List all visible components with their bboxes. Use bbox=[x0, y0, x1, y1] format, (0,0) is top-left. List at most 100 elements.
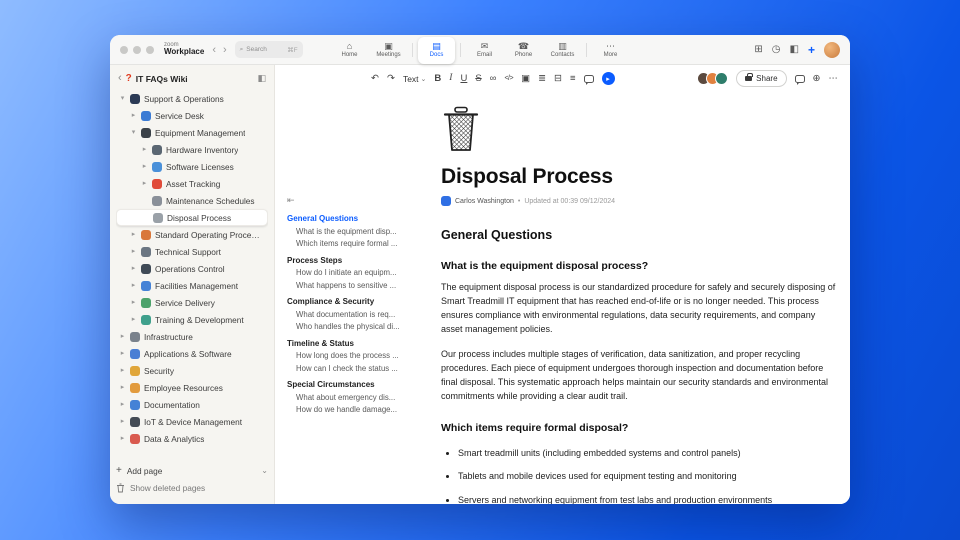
outline-section-compliance-security[interactable]: Compliance & Security bbox=[287, 296, 437, 309]
chevron-right-icon[interactable]: ▸ bbox=[130, 299, 137, 306]
sidebar-item-service-delivery[interactable]: ▸ Service Delivery bbox=[116, 294, 268, 311]
outline-section-timeline-status[interactable]: Timeline & Status bbox=[287, 338, 437, 351]
sidebar-item-security[interactable]: ▸ Security bbox=[116, 362, 268, 379]
collaborator-avatar[interactable] bbox=[715, 72, 729, 85]
panel-toggle-icon[interactable]: ◧ bbox=[790, 44, 799, 55]
nav-home[interactable]: ⌂ Home bbox=[331, 37, 368, 64]
chevron-right-icon[interactable]: ▸ bbox=[141, 180, 148, 187]
document-scroll-area[interactable]: ⇤ General Questions What is the equipment… bbox=[275, 92, 850, 504]
sidebar-item-maintenance-schedules[interactable]: Maintenance Schedules bbox=[116, 192, 268, 209]
sidebar-item-operations-control[interactable]: ▸ Operations Control bbox=[116, 260, 268, 277]
user-avatar[interactable] bbox=[824, 41, 840, 58]
nav-phone[interactable]: ☎ Phone bbox=[505, 37, 542, 64]
outline-section-special-circumstances[interactable]: Special Circumstances bbox=[287, 379, 437, 392]
chevron-right-icon[interactable]: ▸ bbox=[130, 248, 137, 255]
outline-item-what-about-emergency-dis[interactable]: What about emergency dis... bbox=[287, 392, 437, 405]
sidebar-item-equipment-management[interactable]: ▾ Equipment Management bbox=[116, 124, 268, 141]
chevron-right-icon[interactable]: ▸ bbox=[130, 231, 137, 238]
sidebar-item-infrastructure[interactable]: ▸ Infrastructure bbox=[116, 328, 268, 345]
chevron-right-icon[interactable]: ▸ bbox=[130, 265, 137, 272]
sidebar-item-iot-device-management[interactable]: ▸ IoT & Device Management bbox=[116, 413, 268, 430]
align-icon[interactable]: ≡ bbox=[570, 74, 576, 84]
notifications-bell-icon[interactable]: ◷ bbox=[772, 44, 781, 55]
chevron-right-icon[interactable]: ▸ bbox=[130, 112, 137, 119]
outline-item-how-do-we-handle-damage[interactable]: How do we handle damage... bbox=[287, 404, 437, 417]
link-icon[interactable]: ∞ bbox=[490, 74, 497, 84]
chevron-right-icon[interactable]: ▸ bbox=[141, 146, 148, 153]
text-style-dropdown[interactable]: Text ⌄ bbox=[403, 74, 426, 84]
sidebar-item-technical-support[interactable]: ▸ Technical Support bbox=[116, 243, 268, 260]
chevron-right-icon[interactable]: ▸ bbox=[119, 401, 126, 408]
strikethrough-icon[interactable]: S bbox=[475, 74, 481, 84]
sidebar-item-data-analytics[interactable]: ▸ Data & Analytics bbox=[116, 430, 268, 447]
outline-section-process-steps[interactable]: Process Steps bbox=[287, 255, 437, 268]
outline-item-how-do-i-initiate-an-equipm[interactable]: How do I initiate an equipm... bbox=[287, 267, 437, 280]
sidebar-item-service-desk[interactable]: ▸ Service Desk bbox=[116, 107, 268, 124]
chevron-right-icon[interactable]: ▸ bbox=[119, 435, 126, 442]
italic-icon[interactable]: I bbox=[449, 73, 452, 84]
chevron-right-icon[interactable]: ▸ bbox=[130, 316, 137, 323]
underline-icon[interactable]: U bbox=[460, 74, 467, 84]
chevron-down-icon[interactable]: ▾ bbox=[119, 95, 126, 102]
code-icon[interactable]: </> bbox=[504, 75, 513, 82]
zoom-button[interactable] bbox=[146, 45, 154, 54]
minimize-button[interactable] bbox=[133, 45, 141, 54]
globe-icon[interactable]: ⊕ bbox=[813, 74, 821, 84]
nav-docs[interactable]: ▤ Docs bbox=[418, 36, 455, 64]
hardware-icon bbox=[152, 144, 162, 155]
check-list-icon[interactable]: ⊟ bbox=[554, 74, 562, 84]
redo-icon[interactable]: ↷ bbox=[387, 74, 395, 84]
show-deleted-pages-button[interactable]: Show deleted pages bbox=[116, 479, 268, 496]
apps-grid-icon[interactable]: ⊞ bbox=[754, 44, 762, 55]
comment-icon[interactable] bbox=[583, 74, 594, 85]
sidebar-item-facilities-management[interactable]: ▸ Facilities Management bbox=[116, 277, 268, 294]
share-button[interactable]: Share bbox=[736, 70, 787, 87]
new-plus-icon[interactable]: + bbox=[808, 44, 815, 56]
chevron-down-icon[interactable]: ▾ bbox=[130, 129, 137, 136]
bold-icon[interactable]: B bbox=[434, 74, 441, 84]
bullet-list-icon[interactable]: ≣ bbox=[538, 74, 546, 84]
back-arrow-icon[interactable]: ‹ bbox=[212, 44, 216, 56]
outline-item-how-can-i-check-the-status[interactable]: How can I check the status ... bbox=[287, 363, 437, 376]
more-options-icon[interactable]: ⋯ bbox=[829, 74, 839, 84]
outline-section-general-questions[interactable]: General Questions bbox=[287, 213, 437, 226]
sidebar-item-disposal-process[interactable]: Disposal Process bbox=[116, 209, 268, 226]
forward-arrow-icon[interactable]: › bbox=[223, 44, 227, 56]
chevron-right-icon[interactable]: ▸ bbox=[119, 418, 126, 425]
search-input[interactable]: ⌕ Search ⌘F bbox=[234, 41, 303, 58]
outline-item-what-happens-to-sensitive[interactable]: What happens to sensitive ... bbox=[287, 280, 437, 293]
chevron-right-icon[interactable]: ▸ bbox=[141, 163, 148, 170]
collapse-outline-icon[interactable]: ⇤ bbox=[287, 195, 437, 206]
chevron-right-icon[interactable]: ▸ bbox=[119, 350, 126, 357]
chevron-right-icon[interactable]: ▸ bbox=[130, 282, 137, 289]
undo-icon[interactable]: ↶ bbox=[371, 74, 379, 84]
outline-item-what-is-the-equipment-disp[interactable]: What is the equipment disp... bbox=[287, 226, 437, 239]
sidebar-item-support-operations[interactable]: ▾ Support & Operations bbox=[116, 90, 268, 107]
sidebar-item-training-development[interactable]: ▸ Training & Development bbox=[116, 311, 268, 328]
outline-item-who-handles-the-physical-di[interactable]: Who handles the physical di... bbox=[287, 321, 437, 334]
nav-contacts[interactable]: ▥ Contacts bbox=[544, 37, 581, 64]
nav-meetings[interactable]: ▣ Meetings bbox=[370, 37, 407, 64]
outline-item-how-long-does-the-process[interactable]: How long does the process ... bbox=[287, 350, 437, 363]
sidebar-item-hardware-inventory[interactable]: ▸ Hardware Inventory bbox=[116, 141, 268, 158]
sidebar-collapse-icon[interactable]: ◧ bbox=[257, 73, 266, 84]
nav-email[interactable]: ✉ Email bbox=[466, 37, 503, 64]
ai-companion-icon[interactable]: ▸ bbox=[601, 72, 615, 85]
sidebar-item-documentation[interactable]: ▸ Documentation bbox=[116, 396, 268, 413]
sidebar-item-standard-operating-procedures[interactable]: ▸ Standard Operating Procedures bbox=[116, 226, 268, 243]
close-button[interactable] bbox=[120, 45, 128, 54]
chevron-right-icon[interactable]: ▸ bbox=[119, 333, 126, 340]
chat-icon[interactable] bbox=[794, 74, 805, 85]
sidebar-item-applications-software[interactable]: ▸ Applications & Software bbox=[116, 345, 268, 362]
sidebar-item-software-licenses[interactable]: ▸ Software Licenses bbox=[116, 158, 268, 175]
chevron-right-icon[interactable]: ▸ bbox=[119, 367, 126, 374]
outline-item-which-items-require-formal[interactable]: Which items require formal ... bbox=[287, 238, 437, 251]
chevron-right-icon[interactable]: ▸ bbox=[119, 384, 126, 391]
nav-more[interactable]: ⋯ More bbox=[592, 37, 629, 64]
sidebar-item-employee-resources[interactable]: ▸ Employee Resources bbox=[116, 379, 268, 396]
sidebar-item-asset-tracking[interactable]: ▸ Asset Tracking bbox=[116, 175, 268, 192]
image-icon[interactable]: ▣ bbox=[521, 74, 530, 84]
outline-item-what-documentation-is-req[interactable]: What documentation is req... bbox=[287, 309, 437, 322]
sidebar-back-icon[interactable]: ‹ bbox=[118, 73, 122, 84]
add-page-button[interactable]: + Add page ⌄ bbox=[116, 462, 268, 479]
